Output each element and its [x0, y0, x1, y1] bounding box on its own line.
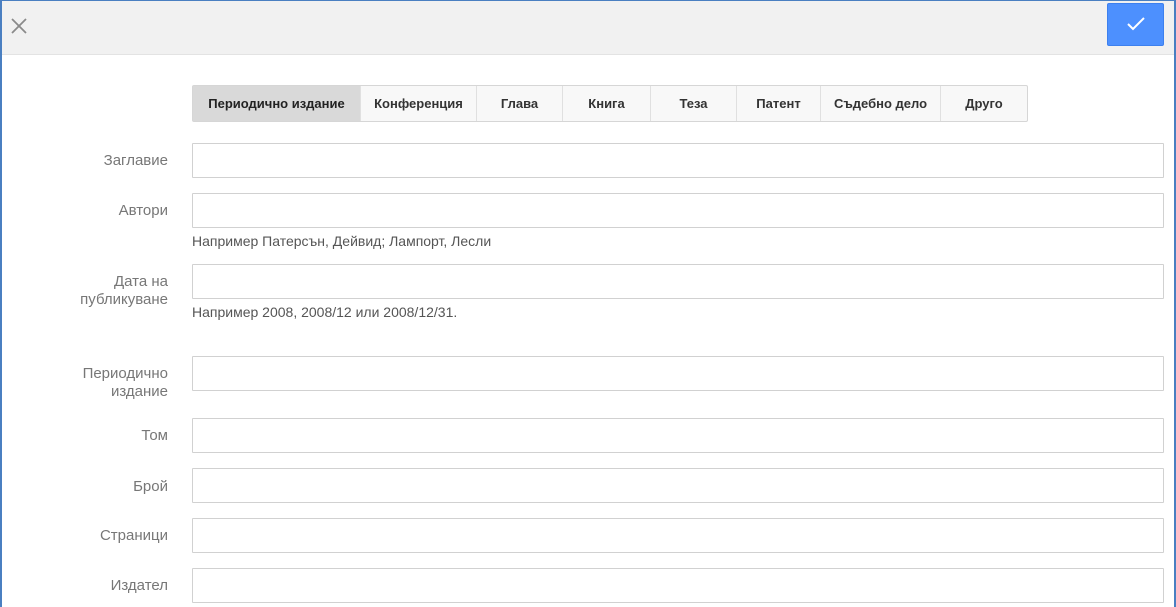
- journal-input[interactable]: [192, 356, 1164, 391]
- publication-date-label-line1: Дата на: [113, 273, 168, 290]
- publication-date-hint: Например 2008, 2008/12 или 2008/12/31.: [192, 304, 458, 320]
- journal-label: Периодично издание: [83, 365, 168, 401]
- tab-other[interactable]: Друго: [941, 86, 1027, 121]
- save-button[interactable]: [1107, 3, 1164, 46]
- checkmark-icon: [1127, 17, 1145, 31]
- tab-patent[interactable]: Патент: [737, 86, 821, 121]
- publisher-label: Издател: [110, 577, 168, 594]
- pages-input[interactable]: [192, 518, 1164, 553]
- dialog-toolbar: [2, 1, 1174, 55]
- issue-label: Брой: [133, 478, 168, 495]
- pages-label: Страници: [99, 527, 168, 544]
- tab-thesis[interactable]: Теза: [651, 86, 737, 121]
- article-type-tabs: Периодично издание Конференция Глава Кни…: [192, 85, 1028, 122]
- tab-book[interactable]: Книга: [563, 86, 651, 121]
- tab-court-case[interactable]: Съдебно дело: [821, 86, 941, 121]
- authors-hint: Например Патерсън, Дейвид; Лампорт, Лесл…: [192, 233, 492, 249]
- title-input[interactable]: [192, 143, 1164, 178]
- edit-article-dialog: Периодично издание Конференция Глава Кни…: [0, 0, 1176, 607]
- tab-conference[interactable]: Конференция: [361, 86, 477, 121]
- close-button[interactable]: [8, 15, 30, 37]
- publication-date-input[interactable]: [192, 264, 1164, 299]
- journal-label-line2: издание: [110, 383, 168, 400]
- publisher-input[interactable]: [192, 568, 1164, 603]
- authors-input[interactable]: [192, 193, 1164, 228]
- tab-journal[interactable]: Периодично издание: [193, 86, 361, 121]
- volume-label: Том: [141, 427, 168, 444]
- close-icon: [11, 18, 27, 34]
- authors-label: Автори: [118, 202, 168, 219]
- publication-date-label: Дата на публикуване: [80, 273, 168, 309]
- journal-label-line1: Периодично: [82, 365, 168, 382]
- publication-date-label-line2: публикуване: [80, 291, 168, 308]
- issue-input[interactable]: [192, 468, 1164, 503]
- tab-chapter[interactable]: Глава: [477, 86, 563, 121]
- title-label: Заглавие: [103, 152, 168, 169]
- volume-input[interactable]: [192, 418, 1164, 453]
